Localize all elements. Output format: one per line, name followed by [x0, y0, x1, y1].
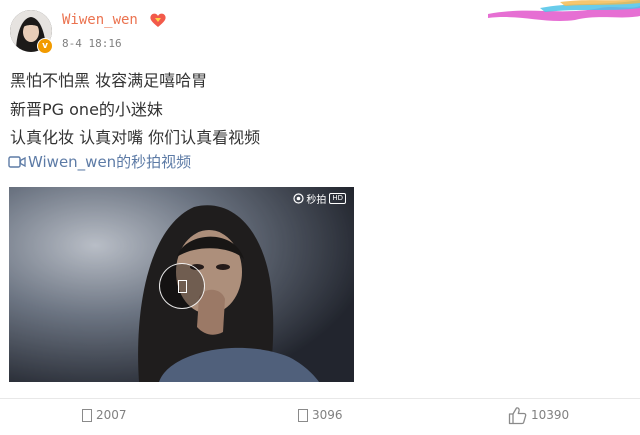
- miaopai-watermark: 秒拍 HD: [293, 191, 346, 206]
- hd-badge: HD: [329, 193, 346, 204]
- forward-count: 2007: [96, 408, 127, 422]
- post-text-line: 黑怕不怕黑 妆容满足嘻哈胃: [10, 71, 208, 90]
- forward-button[interactable]: 2007: [82, 403, 127, 427]
- video-thumbnail[interactable]: 秒拍 HD: [9, 187, 354, 382]
- username[interactable]: Wiwen_wen: [62, 12, 138, 28]
- forward-icon: [82, 408, 92, 422]
- camera-icon: [293, 193, 304, 204]
- like-icon: [508, 406, 527, 424]
- post-text-line: 新晋PG one的小迷妹: [10, 100, 163, 119]
- comment-button[interactable]: 3096: [298, 403, 343, 427]
- like-button[interactable]: 10390: [508, 403, 569, 427]
- heart-badge-icon: [150, 13, 166, 27]
- play-button[interactable]: [159, 263, 205, 309]
- like-count: 10390: [531, 408, 570, 422]
- video-link-label: Wiwen_wen的秒拍视频: [28, 153, 192, 171]
- comment-count: 3096: [312, 408, 343, 422]
- verified-icon: v: [37, 38, 53, 54]
- comment-icon: [298, 408, 308, 422]
- play-icon: [177, 279, 187, 293]
- post-time[interactable]: 8-4 18:16: [62, 37, 122, 50]
- divider: [0, 398, 640, 399]
- miaopai-label: 秒拍: [306, 195, 327, 206]
- video-link[interactable]: Wiwen_wen的秒拍视频: [8, 151, 191, 172]
- post-text-line: 认真化妆 认真对嘴 你们认真看视频: [10, 128, 261, 147]
- video-link-icon: [8, 155, 26, 168]
